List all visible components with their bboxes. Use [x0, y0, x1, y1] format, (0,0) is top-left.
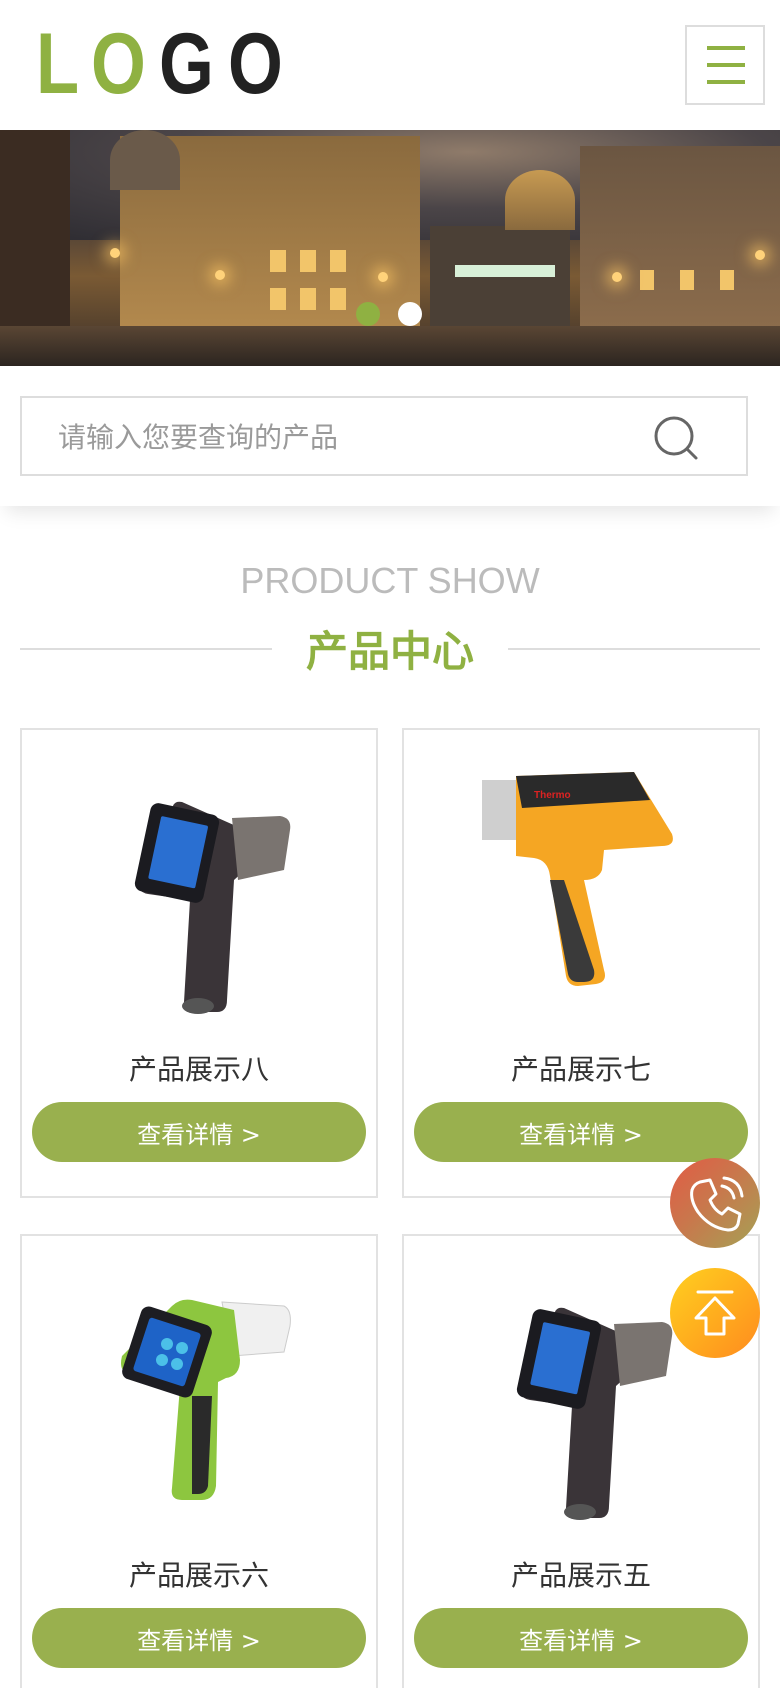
- banner-window: [300, 250, 316, 272]
- search-input[interactable]: [58, 414, 618, 460]
- phone-icon: [690, 1176, 744, 1232]
- banner-lamp: [215, 270, 225, 280]
- view-details-button[interactable]: 查看详情 >: [414, 1608, 748, 1668]
- banner-window: [680, 270, 694, 290]
- banner-dot-1[interactable]: [356, 302, 380, 326]
- search-section: [0, 366, 780, 506]
- banner-building: [580, 146, 780, 336]
- banner-dot-2[interactable]: [398, 302, 422, 326]
- logo-letter: O: [228, 16, 283, 112]
- banner-lamp: [378, 272, 388, 282]
- banner-window: [640, 270, 654, 290]
- product-card[interactable]: Thermo 产品展示七 查看详情 >: [402, 728, 760, 1198]
- banner-sign: [455, 265, 555, 277]
- search-icon[interactable]: [650, 412, 702, 464]
- banner-lamp: [755, 250, 765, 260]
- banner-lamp: [612, 272, 622, 282]
- banner-window: [270, 250, 286, 272]
- product-name[interactable]: 产品展示七: [404, 1048, 758, 1088]
- search-box: [20, 396, 748, 476]
- banner-window: [330, 250, 346, 272]
- svg-text:Thermo: Thermo: [534, 790, 571, 801]
- section-title-en: PRODUCT SHOW: [240, 560, 540, 601]
- section-divider-right: [508, 648, 760, 650]
- arrow-up-icon: [694, 1290, 736, 1336]
- banner-window: [720, 270, 734, 290]
- banner-building: [430, 226, 570, 336]
- header: L O G O: [0, 0, 780, 130]
- view-details-button[interactable]: 查看详情 >: [32, 1608, 366, 1668]
- logo-letter: G: [159, 16, 214, 112]
- product-name[interactable]: 产品展示五: [404, 1554, 758, 1594]
- phone-button[interactable]: [670, 1158, 760, 1248]
- logo-letter: L: [36, 16, 79, 112]
- product-image[interactable]: [22, 1236, 376, 1536]
- banner-street: [0, 326, 780, 366]
- product-card[interactable]: 产品展示八 查看详情 >: [20, 728, 378, 1198]
- banner-window: [270, 288, 286, 310]
- back-to-top-button[interactable]: [670, 1268, 760, 1358]
- banner-window: [330, 288, 346, 310]
- view-details-button[interactable]: 查看详情 >: [32, 1102, 366, 1162]
- logo[interactable]: L O G O: [36, 16, 293, 112]
- banner-dome: [110, 130, 180, 190]
- logo-letter: O: [90, 16, 146, 112]
- product-card[interactable]: 产品展示六 查看详情 >: [20, 1234, 378, 1688]
- banner-window: [300, 288, 316, 310]
- product-name[interactable]: 产品展示六: [22, 1554, 376, 1594]
- banner-dome: [505, 170, 575, 230]
- product-image[interactable]: [22, 730, 376, 1030]
- menu-button[interactable]: [685, 25, 765, 105]
- product-image[interactable]: Thermo: [404, 730, 758, 1030]
- view-details-button[interactable]: 查看详情 >: [414, 1102, 748, 1162]
- banner-pagination: [356, 302, 422, 326]
- banner-lamp: [110, 248, 120, 258]
- hero-banner[interactable]: [0, 130, 780, 366]
- product-name[interactable]: 产品展示八: [22, 1048, 376, 1088]
